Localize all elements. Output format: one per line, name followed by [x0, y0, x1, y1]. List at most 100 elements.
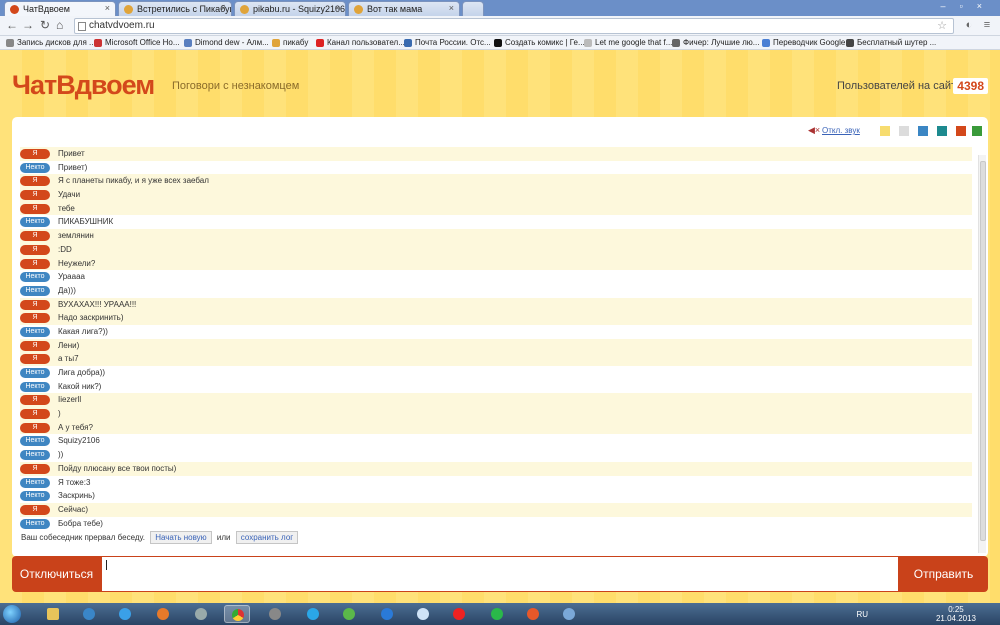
message-row: Я Пойду плюсану все твои посты) [20, 461, 972, 476]
new-chat-button[interactable]: Начать новую [150, 531, 212, 544]
sender-badge-me: Я [20, 244, 50, 255]
bookmark-item[interactable]: Let me google that f... [584, 38, 672, 47]
close-tab-icon[interactable]: × [449, 3, 454, 13]
message-text: Какой ник?) [58, 381, 102, 391]
taskbar-firefox[interactable] [150, 605, 176, 623]
ended-text: Ваш собеседник прервал беседу. [21, 533, 145, 542]
close-tab-icon[interactable]: × [105, 3, 110, 13]
taskbar-chrome[interactable] [224, 605, 250, 623]
game-icon [846, 39, 854, 47]
taskbar-ie[interactable] [112, 605, 138, 623]
sender-badge-stranger: Некто [20, 381, 50, 392]
media-player-icon [83, 608, 95, 620]
bookmark-item[interactable]: Запись дисков для ... [6, 38, 96, 47]
message-row: Яземлянин [20, 229, 972, 243]
message-row: Я:DD [20, 242, 972, 257]
language-indicator[interactable]: RU [856, 610, 868, 619]
extension-icon[interactable]: ◐ [962, 19, 976, 33]
message-input[interactable] [101, 556, 899, 592]
taskbar-app[interactable] [410, 605, 436, 623]
theme-swatch-teal[interactable] [937, 126, 947, 136]
bookmark-label: Почта России. Отс... [415, 38, 491, 47]
window-controls[interactable]: –▫× [941, 1, 996, 11]
message-text: )) [58, 450, 64, 460]
message-scrollbar[interactable] [978, 155, 986, 553]
tab-chatvdvoem[interactable]: ЧатВдвоем × [4, 1, 116, 16]
sender-badge-stranger: Некто [20, 477, 50, 488]
bookmark-item[interactable]: Бесплатный шутер ... [846, 38, 936, 47]
start-button[interactable] [3, 605, 21, 623]
firefox-icon [157, 608, 169, 620]
page-icon [78, 22, 86, 31]
speaker-mute-icon[interactable]: ◀× [808, 125, 820, 136]
sender-badge-stranger: Некто [20, 162, 50, 173]
theme-swatch-yellow[interactable] [880, 126, 890, 136]
bookmark-item[interactable]: Почта России. Отс... [404, 38, 491, 47]
bookmark-item[interactable]: Создать комикс | Ге... [494, 38, 585, 47]
taskbar-app[interactable] [336, 605, 362, 623]
save-log-button[interactable]: сохранить лог [235, 531, 299, 544]
message-text: Лига добра)) [58, 368, 106, 377]
bookmark-star-icon[interactable]: ☆ [937, 19, 947, 32]
bookmark-item[interactable]: Переводчик Google [762, 38, 845, 47]
new-tab-button[interactable] [462, 1, 484, 16]
theme-swatch-gray[interactable] [899, 126, 909, 136]
message-list: Я Привет Некто Привет) Я Я с планеты пикабу, … [20, 147, 972, 529]
send-button[interactable]: Отправить [899, 556, 988, 592]
close-tab-icon[interactable]: × [221, 3, 226, 13]
app-icon [269, 608, 281, 620]
taskbar-app[interactable] [188, 605, 214, 623]
pikabu-favicon-icon [354, 5, 363, 14]
taskbar-app[interactable] [520, 605, 546, 623]
disconnect-button[interactable]: Отключиться [12, 556, 101, 592]
bookmark-item[interactable]: пикабу [272, 38, 308, 47]
message-text: Урaaaa [58, 272, 85, 282]
app-icon [195, 608, 207, 620]
message-row: Некто Squizy2106 [20, 434, 972, 449]
theme-swatch-blue[interactable] [918, 126, 928, 136]
taskbar-app[interactable] [556, 605, 582, 623]
taskbar-skype[interactable] [300, 605, 326, 623]
sender-badge-me: Я [20, 354, 50, 365]
bookmark-label: Запись дисков для ... [17, 38, 96, 47]
sender-badge-stranger: Некто [20, 450, 50, 461]
address-bar[interactable]: chatvdvoem.ru ☆ [74, 18, 954, 34]
settings-wrench-icon[interactable]: ≡ [980, 19, 994, 33]
chat-window: ◀× Откл. звук Я Привет Некто Привет) Я Я с пл… [12, 117, 988, 557]
bookmark-item[interactable]: Фичер: Лучшие лю... [672, 38, 759, 47]
or-text: или [216, 533, 231, 542]
taskbar-explorer[interactable] [40, 605, 66, 623]
taskbar-yandex[interactable] [446, 605, 472, 623]
reload-icon[interactable]: ↻ [40, 18, 50, 32]
tab-pikabu-meet[interactable]: Встретились с Пикабуш × [118, 1, 232, 16]
text-caret [106, 560, 107, 570]
theme-swatch-red[interactable] [956, 126, 966, 136]
app-icon [527, 608, 539, 620]
message-row: Я Я с планеты пикабу, и я уже всех заебал [20, 174, 972, 189]
scroll-thumb[interactable] [980, 161, 986, 541]
chrome-icon [232, 609, 244, 621]
system-clock[interactable]: 0:25 21.04.2013 [936, 605, 976, 623]
clock-date: 21.04.2013 [935, 614, 976, 623]
close-tab-icon[interactable]: × [335, 3, 340, 13]
mute-sound-link[interactable]: Откл. звук [822, 126, 860, 135]
youtube-icon [316, 39, 324, 47]
taskbar-app[interactable] [374, 605, 400, 623]
taskbar-media-player[interactable] [76, 605, 102, 623]
theme-swatch-green[interactable] [972, 126, 982, 136]
lmgtfy-icon [584, 39, 592, 47]
bookmark-item[interactable]: Канал пользовател... [316, 38, 405, 47]
taskbar-app[interactable] [262, 605, 288, 623]
tab-pikabu-profile[interactable]: pikabu.ru - Squizy2106 × [234, 1, 346, 16]
site-logo[interactable]: ЧатВдвоем [12, 70, 155, 101]
forward-arrow-icon[interactable]: → [22, 18, 34, 32]
bookmark-item[interactable]: Microsoft Office Ho... [94, 38, 180, 47]
bookmark-item[interactable]: Dimond dew - Алм... [184, 38, 269, 47]
back-arrow-icon[interactable]: ← [6, 18, 18, 32]
message-row: Некто Я тоже:3 [20, 475, 972, 490]
taskbar-mail-agent[interactable] [484, 605, 510, 623]
message-row: Некто Какой ник?) [20, 379, 972, 394]
tab-mama[interactable]: Вот так мама × [348, 1, 460, 16]
app-icon [343, 608, 355, 620]
home-icon[interactable]: ⌂ [56, 18, 63, 32]
